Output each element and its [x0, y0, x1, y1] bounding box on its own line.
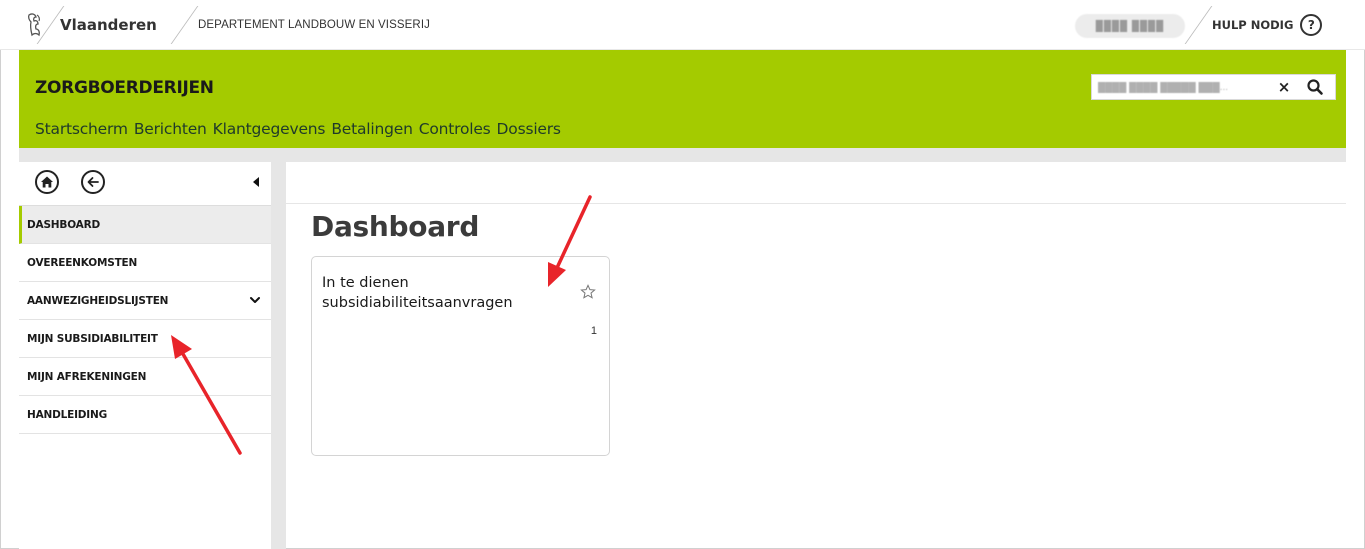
sidebar-item-aanwezigheidslijsten[interactable]: AANWEZIGHEIDSLIJSTEN	[19, 282, 271, 320]
card-count: 1	[590, 325, 597, 337]
app-title[interactable]: ZORGBOERDERIJEN	[35, 78, 214, 98]
collapse-caret-icon[interactable]	[250, 174, 262, 190]
sidebar-item-label: OVEREENKOMSTEN	[27, 256, 138, 269]
top-bar: Vlaanderen DEPARTEMENT LANDBOUW EN VISSE…	[0, 0, 1365, 50]
brand-name[interactable]: Vlaanderen	[60, 0, 157, 50]
content-toolbar	[286, 162, 1346, 204]
chevron-down-icon[interactable]	[249, 294, 261, 306]
sidebar-item-label: DASHBOARD	[27, 218, 100, 231]
back-button[interactable]	[81, 170, 105, 194]
sidebar-item-handleiding[interactable]: HANDLEIDING	[19, 396, 271, 434]
divider	[170, 6, 199, 44]
header-separator	[19, 148, 1346, 162]
sidebar-toolbar	[19, 162, 271, 206]
sidebar-item-dashboard[interactable]: DASHBOARD	[19, 206, 271, 244]
back-arrow-icon	[87, 177, 99, 187]
home-icon	[41, 176, 53, 188]
home-button[interactable]	[35, 170, 59, 194]
page-title: Dashboard	[311, 210, 480, 243]
divider	[1184, 6, 1213, 44]
sidebar-item-label: MIJN AFREKENINGEN	[27, 370, 147, 383]
nav-dossiers[interactable]: Dossiers	[497, 120, 561, 138]
user-name-pill[interactable]: ████ ████	[1075, 14, 1185, 38]
department-name[interactable]: DEPARTEMENT LANDBOUW EN VISSERIJ	[198, 0, 430, 50]
search-input[interactable]	[1098, 76, 1273, 98]
help-button[interactable]: HULP NODIG ?	[1212, 0, 1323, 50]
search-icon[interactable]	[1306, 78, 1324, 96]
sidebar: DASHBOARD OVEREENKOMSTEN AANWEZIGHEIDSLI…	[19, 162, 271, 549]
flanders-lion-logo[interactable]	[26, 11, 44, 39]
main-navigation: Startscherm Berichten Klantgegevens Beta…	[35, 120, 561, 138]
sidebar-item-label: MIJN SUBSIDIABILITEIT	[27, 332, 158, 345]
sidebar-item-mijn-afrekeningen[interactable]: MIJN AFREKENINGEN	[19, 358, 271, 396]
sidebar-item-overeenkomsten[interactable]: OVEREENKOMSTEN	[19, 244, 271, 282]
help-icon: ?	[1300, 14, 1323, 36]
nav-betalingen[interactable]: Betalingen	[331, 120, 413, 138]
nav-klantgegevens[interactable]: Klantgegevens	[213, 120, 326, 138]
sidebar-item-label: HANDLEIDING	[27, 408, 108, 421]
nav-startscherm[interactable]: Startscherm	[35, 120, 128, 138]
dashboard-card[interactable]: In te dienen subsidiabiliteitsaanvragen …	[311, 256, 610, 456]
card-title: In te dienen subsidiabiliteitsaanvragen	[322, 275, 513, 311]
sidebar-item-mijn-subsidiabiliteit[interactable]: MIJN SUBSIDIABILITEIT	[19, 320, 271, 358]
sidebar-divider	[271, 162, 286, 549]
app-header: ZORGBOERDERIJEN × Startscherm Berichten …	[19, 50, 1346, 148]
help-label: HULP NODIG	[1212, 18, 1294, 32]
nav-controles[interactable]: Controles	[419, 120, 491, 138]
star-outline-icon[interactable]	[580, 284, 596, 300]
search-box: ×	[1091, 74, 1336, 100]
nav-berichten[interactable]: Berichten	[134, 120, 207, 138]
sidebar-item-label: AANWEZIGHEIDSLIJSTEN	[27, 294, 169, 307]
clear-icon[interactable]: ×	[1275, 78, 1293, 96]
